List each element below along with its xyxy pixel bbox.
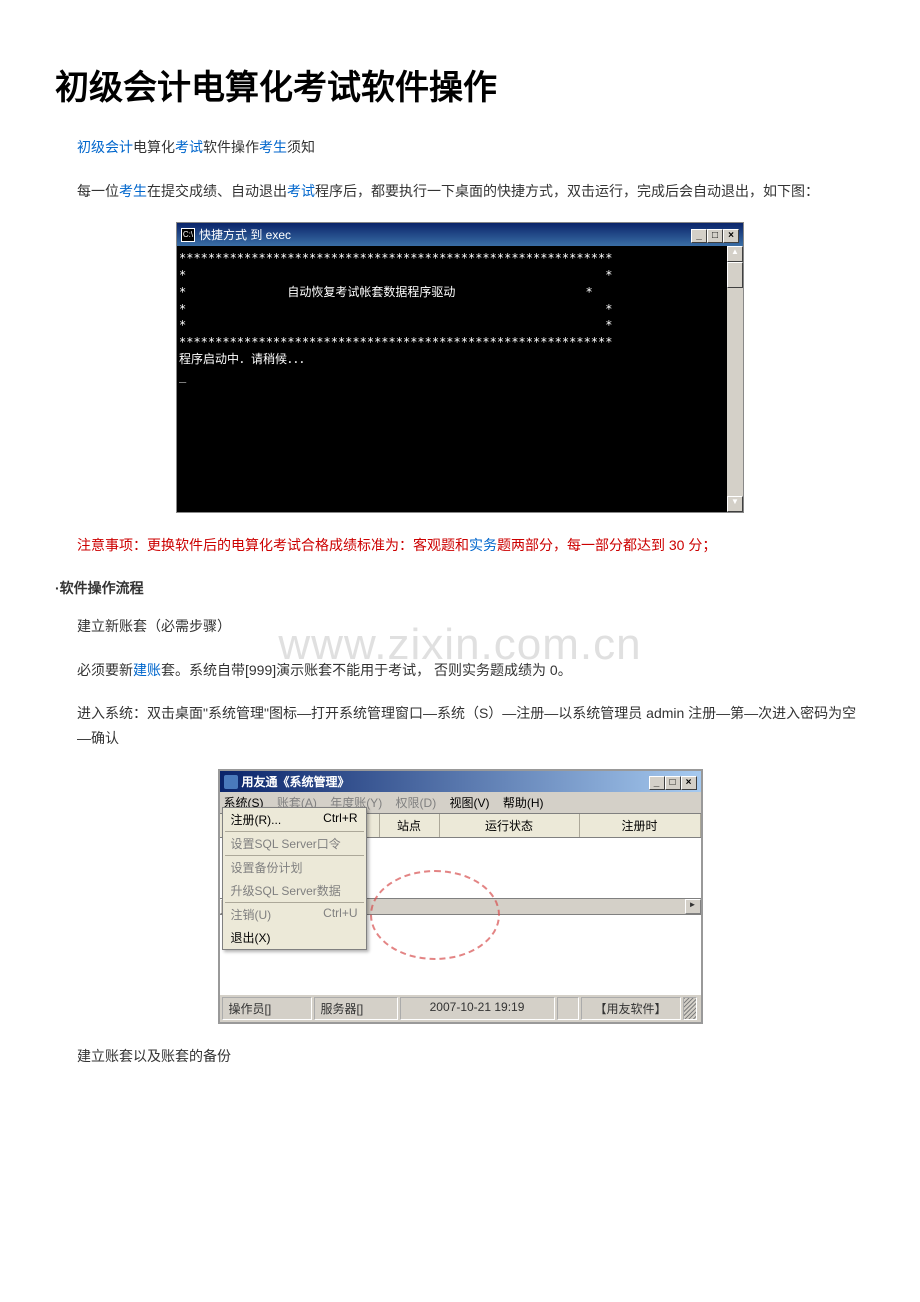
text: 须知 [287,139,315,155]
notice-red-text: 题两部分，每一部分都达到 30 分； [497,537,716,553]
page-title: 初级会计电算化考试软件操作 [55,60,865,109]
sub-title: 初级会计电算化考试软件操作考生须知 [55,137,865,157]
link-candidate[interactable]: 考生 [119,183,147,199]
status-server: 服务器[] [314,997,398,1020]
document-content: 初级会计电算化考试软件操作 初级会计电算化考试软件操作考生须知 每一位考生在提交… [55,60,865,1069]
text: 套。系统自带[999]演示账套不能用于考试， 否则实务题成绩为 0。 [161,662,572,678]
cmd-body: ****************************************… [177,246,743,512]
menu-item-logout[interactable]: 注销(U)Ctrl+U [223,903,366,926]
text: 必须要新 [77,662,133,678]
menu-item-register[interactable]: 注册(R)...Ctrl+R [223,808,366,831]
link-create-account[interactable]: 建账 [133,662,161,678]
window-control-buttons: _□× [649,774,697,790]
cmd-icon: C:\ [181,228,195,242]
link-junior-accounting[interactable]: 初级会计 [77,139,133,155]
app-titlebar: 用友通《系统管理》 _□× [220,771,701,792]
menu-item-exit[interactable]: 退出(X) [223,926,366,949]
link-candidate[interactable]: 考生 [259,139,287,155]
statusbar: 操作员[] 服务器[] 2007-10-21 19:19 【用友软件】 [220,994,701,1022]
text: 程序后，都要执行一下桌面的快捷方式，双击运行，完成后会自动退出，如下图： [315,183,819,199]
app-window: 用友通《系统管理》 _□× 系统(S) 账套(A) 年度账(Y) 权限(D) 视… [218,769,703,1024]
cmd-window: C:\ 快捷方式 到 exec _□× ********************… [176,222,744,513]
maximize-button[interactable]: □ [665,776,681,790]
status-operator: 操作员[] [222,997,312,1020]
app-window-title: 用友通《系统管理》 [242,773,350,790]
status-blank [557,997,579,1020]
intro-paragraph: 每一位考生在提交成绩、自动退出考试程序后，都要执行一下桌面的快捷方式，双击运行，… [55,179,865,204]
scroll-track[interactable] [727,288,743,496]
scrollbar[interactable]: ▲ ▼ [727,246,743,512]
link-exam[interactable]: 考试 [287,183,315,199]
app-icon [224,775,238,789]
link-practice[interactable]: 实务 [469,537,497,553]
table-header-status: 运行状态 [440,814,580,837]
menu-auth[interactable]: 权限(D) [396,796,437,810]
minimize-button[interactable]: _ [691,229,707,243]
table-header-station: 站点 [380,814,440,837]
resize-grip[interactable] [683,997,697,1020]
system-dropdown-menu: 注册(R)...Ctrl+R 设置SQL Server口令 设置备份计划 升级S… [222,807,367,950]
cmd-window-title: 快捷方式 到 exec [199,226,291,243]
status-time: 2007-10-21 19:19 [400,997,555,1020]
status-software: 【用友软件】 [581,997,681,1020]
text: 电算化 [133,139,175,155]
notice-red-text: 注意事项：更换软件后的电算化考试合格成绩标准为：客观题和 [77,537,469,553]
scroll-thumb[interactable] [727,262,743,288]
paragraph: 建立新账套（必需步骤） [55,614,865,639]
menu-item-backup-plan[interactable]: 设置备份计划 [223,856,366,879]
paragraph: 进入系统：双击桌面"系统管理"图标—打开系统管理窗口—系统（S）—注册—以系统管… [55,701,865,751]
cmd-titlebar: C:\ 快捷方式 到 exec _□× [177,223,743,246]
notice-paragraph: 注意事项：更换软件后的电算化考试合格成绩标准为：客观题和实务题两部分，每一部分都… [55,533,865,558]
section-heading: ·软件操作流程 [55,578,865,598]
scroll-down-button[interactable]: ▼ [727,496,743,512]
annotation-circle [370,870,500,960]
text: 在提交成绩、自动退出 [147,183,287,199]
window-control-buttons: _□× [691,227,739,243]
link-exam[interactable]: 考试 [175,139,203,155]
close-button[interactable]: × [723,229,739,243]
menu-item-upgrade-sql[interactable]: 升级SQL Server数据 [223,879,366,902]
cmd-output: ****************************************… [177,246,727,512]
menu-help[interactable]: 帮助(H) [503,796,544,810]
table-header-regtime: 注册时 [580,814,701,837]
close-button[interactable]: × [681,776,697,790]
maximize-button[interactable]: □ [707,229,723,243]
menu-view[interactable]: 视图(V) [450,796,490,810]
scroll-up-button[interactable]: ▲ [727,246,743,262]
paragraph: 建立账套以及账套的备份 [55,1044,865,1069]
text: 每一位 [77,183,119,199]
text: 软件操作 [203,139,259,155]
menu-item-sql-cmd[interactable]: 设置SQL Server口令 [223,832,366,855]
paragraph: 必须要新建账套。系统自带[999]演示账套不能用于考试， 否则实务题成绩为 0。 [55,658,865,683]
minimize-button[interactable]: _ [649,776,665,790]
scroll-right-button[interactable]: ► [685,899,701,914]
